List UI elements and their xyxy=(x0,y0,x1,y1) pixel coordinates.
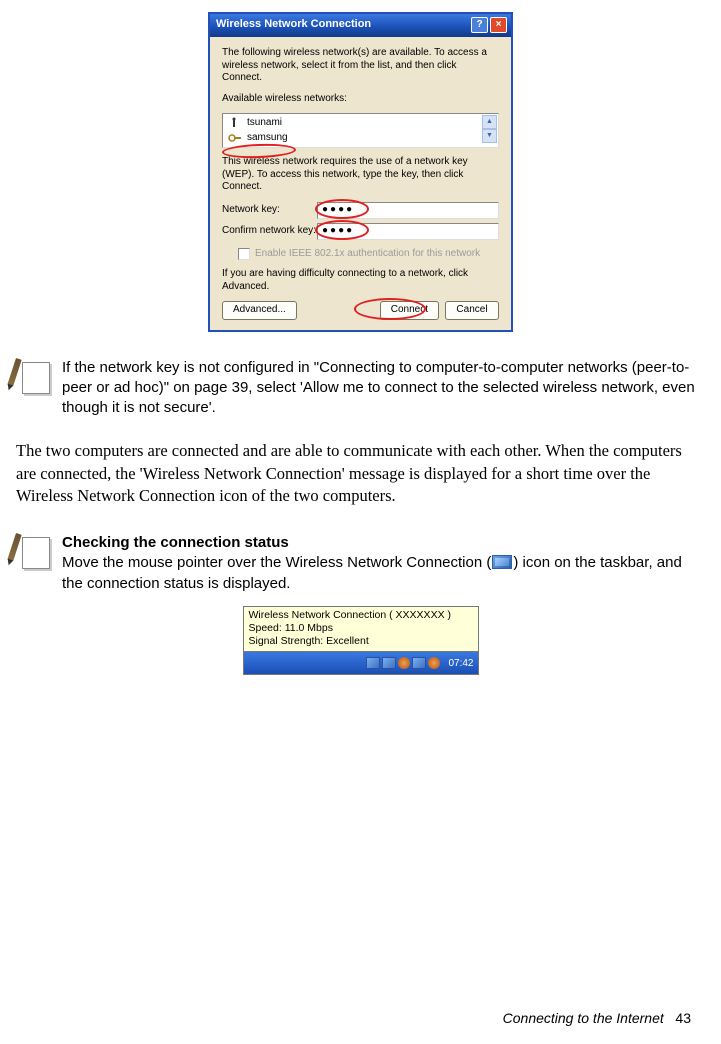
taskbar-clock: 07:42 xyxy=(444,658,473,669)
note-body-before: Move the mouse pointer over the Wireless… xyxy=(62,554,491,571)
tooltip-line: Wireless Network Connection ( XXXXXXX ) xyxy=(249,609,473,622)
confirm-key-label: Confirm network key: xyxy=(222,225,317,238)
wep-text: This wireless network requires the use o… xyxy=(222,156,499,194)
body-paragraph: The two computers are connected and are … xyxy=(16,440,705,507)
ieee-checkbox-label: Enable IEEE 802.1x authentication for th… xyxy=(255,248,480,261)
signal-icon xyxy=(228,117,242,129)
note-text: If the network key is not configured in … xyxy=(62,358,701,419)
note-block: If the network key is not configured in … xyxy=(16,358,701,419)
network-key-label: Network key: xyxy=(222,204,317,217)
connect-button[interactable]: Connect xyxy=(380,301,439,320)
network-key-input[interactable]: ●●●● xyxy=(317,202,499,219)
network-item[interactable]: tsunami xyxy=(225,116,480,131)
note-title: Checking the connection status xyxy=(62,534,289,551)
volume-icon[interactable] xyxy=(412,657,426,669)
network-label: tsunami xyxy=(247,117,282,130)
dialog-body: The following wireless network(s) are av… xyxy=(210,37,511,330)
close-button[interactable]: × xyxy=(490,17,507,33)
intro-text: The following wireless network(s) are av… xyxy=(222,47,499,85)
ieee-checkbox-row: Enable IEEE 802.1x authentication for th… xyxy=(238,248,499,261)
advanced-button[interactable]: Advanced... xyxy=(222,301,297,320)
ieee-checkbox[interactable] xyxy=(238,248,250,260)
wireless-connection-dialog: Wireless Network Connection ? × The foll… xyxy=(208,12,513,332)
dialog-button-row: Advanced... Connect Cancel xyxy=(222,301,499,320)
difficulty-text: If you are having difficulty connecting … xyxy=(222,268,499,293)
key-icon xyxy=(228,132,242,144)
note-text: Checking the connection status Move the … xyxy=(62,533,701,594)
scroll-down-icon[interactable]: ▼ xyxy=(482,129,497,143)
scroll-up-icon[interactable]: ▲ xyxy=(482,115,497,129)
cancel-button[interactable]: Cancel xyxy=(445,301,499,320)
footer-section: Connecting to the Internet xyxy=(503,1010,664,1026)
dialog-title: Wireless Network Connection xyxy=(216,18,469,32)
tooltip-line: Speed: 11.0 Mbps xyxy=(249,622,473,635)
tray-icon[interactable] xyxy=(398,657,410,669)
system-tray xyxy=(366,657,440,669)
dialog-titlebar: Wireless Network Connection ? × xyxy=(210,14,511,37)
network-icon[interactable] xyxy=(382,657,396,669)
page-footer: Connecting to the Internet 43 xyxy=(0,1010,721,1026)
tooltip-line: Signal Strength: Excellent xyxy=(249,635,473,648)
available-networks-label: Available wireless networks: xyxy=(222,93,499,106)
network-label: samsung xyxy=(247,132,288,145)
note-block: Checking the connection status Move the … xyxy=(16,533,701,594)
tray-icon[interactable] xyxy=(428,657,440,669)
scrollbar[interactable]: ▲ ▼ xyxy=(482,115,497,143)
help-button[interactable]: ? xyxy=(471,17,488,33)
taskbar: 07:42 xyxy=(244,652,478,674)
tooltip-bubble: Wireless Network Connection ( XXXXXXX ) … xyxy=(244,607,478,652)
note-icon xyxy=(16,533,50,569)
network-key-row: Network key: ●●●● xyxy=(222,202,499,219)
confirm-key-row: Confirm network key: ●●●● xyxy=(222,223,499,240)
network-item[interactable]: samsung xyxy=(225,131,480,146)
confirm-key-input[interactable]: ●●●● xyxy=(317,223,499,240)
wireless-connection-icon xyxy=(492,555,512,569)
networks-listbox[interactable]: tsunami samsung ▲ ▼ xyxy=(222,113,499,148)
connection-status-tooltip: Wireless Network Connection ( XXXXXXX ) … xyxy=(243,606,479,675)
note-icon xyxy=(16,358,50,394)
page-number: 43 xyxy=(675,1010,691,1026)
monitor-icon[interactable] xyxy=(366,657,380,669)
